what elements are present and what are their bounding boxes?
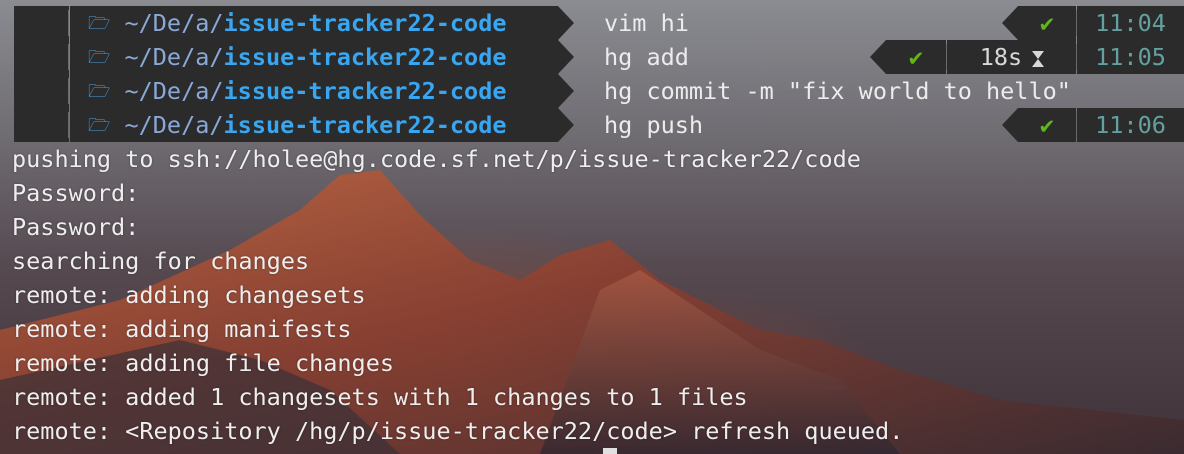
output-line: remote: adding file changes: [12, 349, 395, 377]
hourglass-icon: [1032, 51, 1045, 67]
prompt-line: 🗁 ~/De/a/issue-tracker22-code hg push ✔ …: [0, 108, 1184, 142]
time-segment: 11:06: [1077, 108, 1184, 142]
output-line: remote: <Repository /hg/p/issue-tracker2…: [12, 417, 904, 445]
os-segment: [14, 6, 69, 40]
check-icon: ✔: [1039, 9, 1055, 37]
command-text: vim hi: [604, 9, 689, 37]
directory-prefix: ~/De/a/: [124, 77, 224, 105]
segment-divider: [1076, 44, 1077, 70]
directory-segment: 🗁 ~/De/a/issue-tracker22-code: [70, 6, 574, 40]
prompt-line: 🗁 ~/De/a/issue-tracker22-code vim hi ✔ 1…: [0, 6, 1184, 40]
check-icon: ✔: [908, 43, 924, 71]
time-segment: 11:05: [1077, 40, 1184, 74]
segment-divider: [1076, 112, 1077, 138]
output-line: remote: added 1 changesets with 1 change…: [12, 383, 748, 411]
segment-divider: [68, 10, 69, 36]
segment-divider: [1076, 10, 1077, 36]
output-line: pushing to ssh://holee@hg.code.sf.net/p/…: [12, 145, 861, 173]
directory-prefix: ~/De/a/: [124, 111, 224, 139]
terminal-output: pushing to ssh://holee@hg.code.sf.net/p/…: [12, 142, 903, 448]
directory-repo: issue-tracker22-code: [223, 77, 507, 105]
duration-segment: 18s: [947, 40, 1076, 74]
time-text: 11:06: [1095, 111, 1166, 139]
segment-divider: [946, 44, 947, 70]
segment-divider: [68, 44, 69, 70]
command-text: hg push: [604, 111, 704, 139]
os-segment: [14, 108, 69, 142]
output-line: Password:: [12, 213, 140, 241]
output-line: remote: adding changesets: [12, 281, 366, 309]
prompt-line: 🗁 ~/De/a/issue-tracker22-code hg add ✔ 1…: [0, 40, 1184, 74]
directory-prefix: ~/De/a/: [124, 9, 224, 37]
folder-icon: 🗁: [88, 47, 111, 68]
directory-repo: issue-tracker22-code: [223, 111, 507, 139]
directory-segment: 🗁 ~/De/a/issue-tracker22-code: [70, 40, 574, 74]
directory-prefix: ~/De/a/: [124, 43, 224, 71]
time-text: 11:05: [1095, 43, 1166, 71]
output-line: searching for changes: [12, 247, 310, 275]
status-segment: ✔: [870, 40, 946, 74]
status-segment: ✔: [1002, 6, 1076, 40]
time-segment: 11:04: [1077, 6, 1184, 40]
directory-segment: 🗁 ~/De/a/issue-tracker22-code: [70, 74, 574, 108]
output-line: remote: adding manifests: [12, 315, 352, 343]
segment-divider: [68, 112, 69, 138]
directory-repo: issue-tracker22-code: [223, 43, 507, 71]
command-text: hg add: [604, 43, 689, 71]
os-segment: [14, 40, 69, 74]
terminal-cursor[interactable]: [603, 448, 617, 454]
check-icon: ✔: [1039, 111, 1055, 139]
segment-divider: [68, 78, 69, 104]
folder-icon: 🗁: [88, 13, 111, 34]
directory-segment: 🗁 ~/De/a/issue-tracker22-code: [70, 108, 574, 142]
time-text: 11:04: [1095, 9, 1166, 37]
command-text: hg commit -m "fix world to hello": [604, 77, 1071, 105]
directory-repo: issue-tracker22-code: [223, 9, 507, 37]
prompt-line: 🗁 ~/De/a/issue-tracker22-code hg commit …: [0, 74, 1184, 108]
duration-text: 18s: [979, 43, 1023, 71]
status-segment: ✔: [1002, 108, 1076, 142]
folder-icon: 🗁: [88, 115, 111, 136]
os-segment: [14, 74, 69, 108]
folder-icon: 🗁: [88, 81, 111, 102]
output-line: Password:: [12, 179, 140, 207]
